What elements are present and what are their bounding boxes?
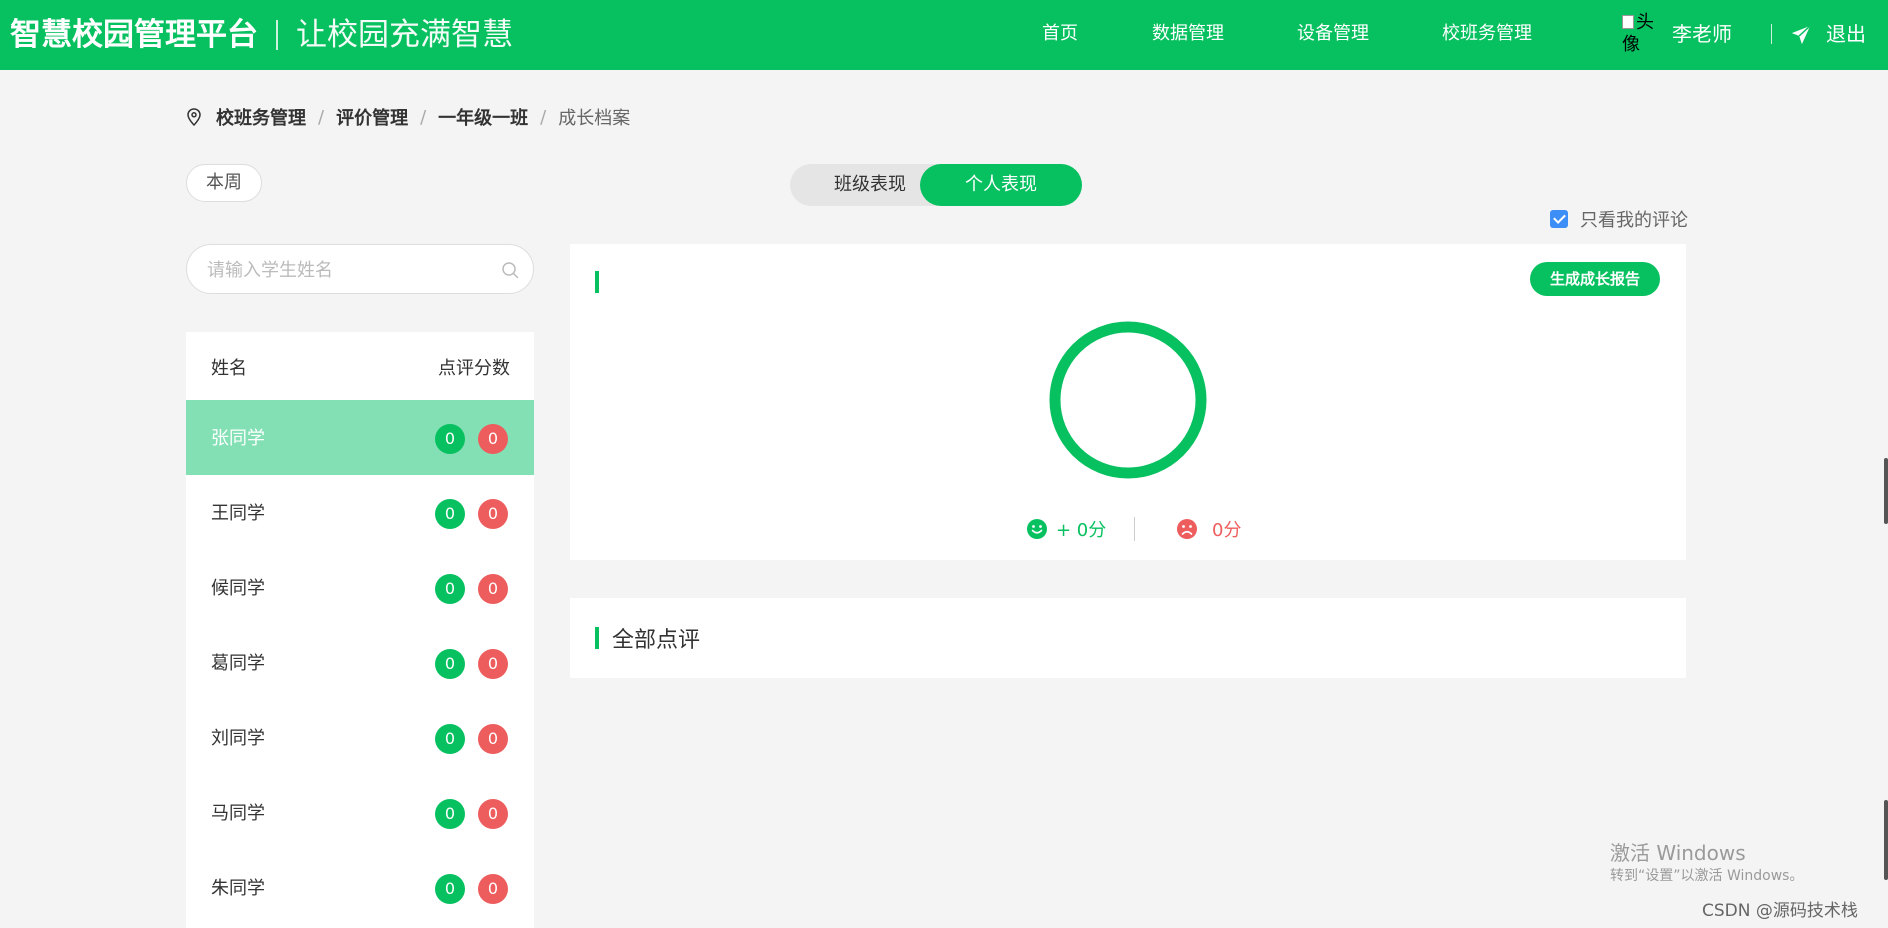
windows-watermark-line2: 转到“设置”以激活 Windows。	[1610, 868, 1804, 884]
column-header-name: 姓名	[211, 358, 247, 379]
student-name: 马同学	[211, 803, 265, 824]
score-divider	[1134, 517, 1135, 541]
student-list: 姓名 点评分数 张同学 0 0 王同学 0 0 候同学 0 0 葛同学 0 0 …	[186, 332, 534, 928]
negative-score-badge: 0	[478, 874, 508, 904]
negative-score-badge: 0	[478, 649, 508, 679]
breadcrumb-separator: /	[318, 106, 325, 128]
negative-score-badge: 0	[478, 724, 508, 754]
student-row[interactable]: 王同学 0 0	[186, 475, 534, 550]
student-row[interactable]: 刘同学 0 0	[186, 700, 534, 775]
negative-score-badge: 0	[478, 574, 508, 604]
section-accent-bar	[595, 271, 599, 293]
breadcrumb-current: 成长档案	[558, 108, 631, 129]
student-row[interactable]: 葛同学 0 0	[186, 625, 534, 700]
breadcrumb-separator: /	[420, 106, 427, 128]
csdn-watermark: CSDN @源码技术栈	[1702, 901, 1858, 921]
student-row[interactable]: 朱同学 0 0	[186, 850, 534, 925]
only-my-comments-option[interactable]: 只看我的评论	[1550, 206, 1688, 232]
student-search-input[interactable]	[207, 257, 487, 283]
breadcrumb: 校班务管理 / 评价管理 / 一年级一班 / 成长档案	[186, 104, 630, 130]
student-row[interactable]: 候同学 0 0	[186, 550, 534, 625]
student-name: 张同学	[211, 428, 265, 449]
week-filter-button[interactable]: 本周	[186, 164, 262, 202]
nav-data-management[interactable]: 数据管理	[1152, 21, 1224, 47]
only-my-comments-checkbox[interactable]	[1550, 210, 1568, 228]
positive-score: + 0分	[1026, 516, 1106, 542]
windows-activation-watermark: 激活 Windows 转到“设置”以激活 Windows。	[1610, 840, 1803, 886]
student-row[interactable]: 马同学 0 0	[186, 775, 534, 850]
all-comments-panel: 全部点评	[570, 598, 1686, 678]
brand-divider	[276, 20, 278, 50]
positive-score-badge: 0	[435, 724, 465, 754]
brand: 智慧校园管理平台 让校园充满智慧	[10, 14, 513, 56]
positive-score-badge: 0	[435, 874, 465, 904]
column-header-score: 点评分数	[438, 358, 510, 379]
nav-device-management[interactable]: 设备管理	[1297, 21, 1369, 47]
score-summary: + 0分 0分	[570, 516, 1686, 542]
student-name: 候同学	[211, 578, 265, 599]
username: 李老师	[1672, 22, 1732, 46]
negative-score-badge: 0	[478, 499, 508, 529]
section-accent-bar	[595, 627, 599, 649]
top-header: 智慧校园管理平台 让校园充满智慧 首页 数据管理 设备管理 校班务管理 头像 李老…	[0, 0, 1888, 70]
nav-school-class-management[interactable]: 校班务管理	[1442, 21, 1532, 47]
student-name: 葛同学	[211, 653, 265, 674]
positive-score-badge: 0	[435, 799, 465, 829]
paper-plane-icon[interactable]	[1790, 24, 1812, 46]
breadcrumb-school-class-management[interactable]: 校班务管理	[216, 104, 306, 130]
performance-toggle: 班级表现 个人表现	[790, 164, 1082, 206]
positive-score-value: + 0分	[1056, 520, 1107, 541]
score-ring-chart	[1049, 321, 1207, 479]
brand-slogan: 让校园充满智慧	[296, 17, 513, 53]
nav-home[interactable]: 首页	[1042, 21, 1078, 47]
breadcrumb-separator: /	[540, 106, 547, 128]
broken-image-icon	[1622, 15, 1634, 29]
windows-watermark-line1: 激活 Windows	[1610, 841, 1746, 865]
positive-score-badge: 0	[435, 424, 465, 454]
location-pin-icon	[187, 108, 201, 126]
frown-icon	[1177, 519, 1197, 539]
only-my-comments-label: 只看我的评论	[1580, 210, 1688, 231]
negative-score-badge: 0	[478, 799, 508, 829]
smile-icon	[1027, 519, 1047, 539]
avatar[interactable]: 头像	[1622, 12, 1662, 58]
score-overview-panel: 生成成长报告 + 0分 0分	[570, 244, 1686, 560]
student-name: 王同学	[211, 503, 265, 524]
brand-title: 智慧校园管理平台	[10, 17, 258, 53]
student-list-header: 姓名 点评分数	[186, 332, 534, 400]
student-name: 刘同学	[211, 728, 265, 749]
tab-personal-performance[interactable]: 个人表现	[920, 164, 1082, 206]
student-row[interactable]: 张同学 0 0	[186, 400, 534, 475]
breadcrumb-evaluation-management[interactable]: 评价管理	[336, 104, 408, 130]
student-name: 朱同学	[211, 878, 265, 899]
positive-score-badge: 0	[435, 574, 465, 604]
header-divider	[1771, 24, 1772, 44]
scrollbar-handle[interactable]	[1884, 800, 1888, 880]
logout-button[interactable]: 退出	[1826, 20, 1866, 48]
negative-score-badge: 0	[478, 424, 508, 454]
negative-score: 0分	[1176, 516, 1241, 542]
breadcrumb-grade-one-class-one[interactable]: 一年级一班	[438, 104, 528, 130]
search-icon[interactable]	[501, 261, 519, 279]
all-comments-title: 全部点评	[612, 628, 701, 653]
negative-score-value: 0分	[1212, 520, 1242, 541]
generate-report-button[interactable]: 生成成长报告	[1530, 262, 1660, 296]
scrollbar-handle[interactable]	[1884, 458, 1888, 524]
student-search	[186, 244, 534, 294]
positive-score-badge: 0	[435, 499, 465, 529]
positive-score-badge: 0	[435, 649, 465, 679]
